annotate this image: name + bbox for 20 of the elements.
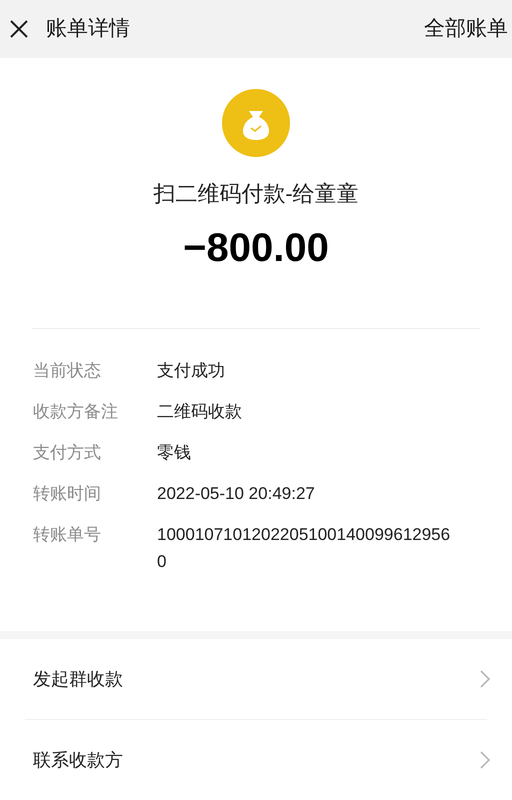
close-icon[interactable] bbox=[8, 18, 30, 40]
chevron-right-icon bbox=[480, 670, 490, 688]
detail-value: 2022-05-10 20:49:27 bbox=[157, 483, 316, 506]
detail-label: 当前状态 bbox=[33, 360, 102, 382]
detail-label: 转账时间 bbox=[33, 483, 102, 506]
detail-label: 收款方备注 bbox=[33, 401, 119, 424]
chevron-right-icon bbox=[480, 751, 490, 769]
payment-title: 扫二维码付款-给童童 bbox=[153, 180, 359, 208]
detail-label: 转账单号 bbox=[33, 524, 102, 546]
menu-item[interactable]: 联系收款方 bbox=[0, 720, 512, 800]
detail-label: 支付方式 bbox=[33, 442, 102, 464]
detail-value: 10001071012022051001400996129560 bbox=[157, 524, 452, 574]
page-title: 账单详情 bbox=[46, 16, 130, 42]
detail-value: 零钱 bbox=[157, 442, 192, 464]
detail-value: 支付成功 bbox=[157, 360, 226, 382]
menu-item[interactable]: 发起群收款 bbox=[0, 639, 512, 719]
all-bills-link[interactable]: 全部账单 bbox=[424, 13, 508, 45]
detail-value: 二维码收款 bbox=[157, 401, 243, 424]
amount: −800.00 bbox=[183, 225, 329, 272]
money-bag-icon bbox=[222, 89, 290, 158]
